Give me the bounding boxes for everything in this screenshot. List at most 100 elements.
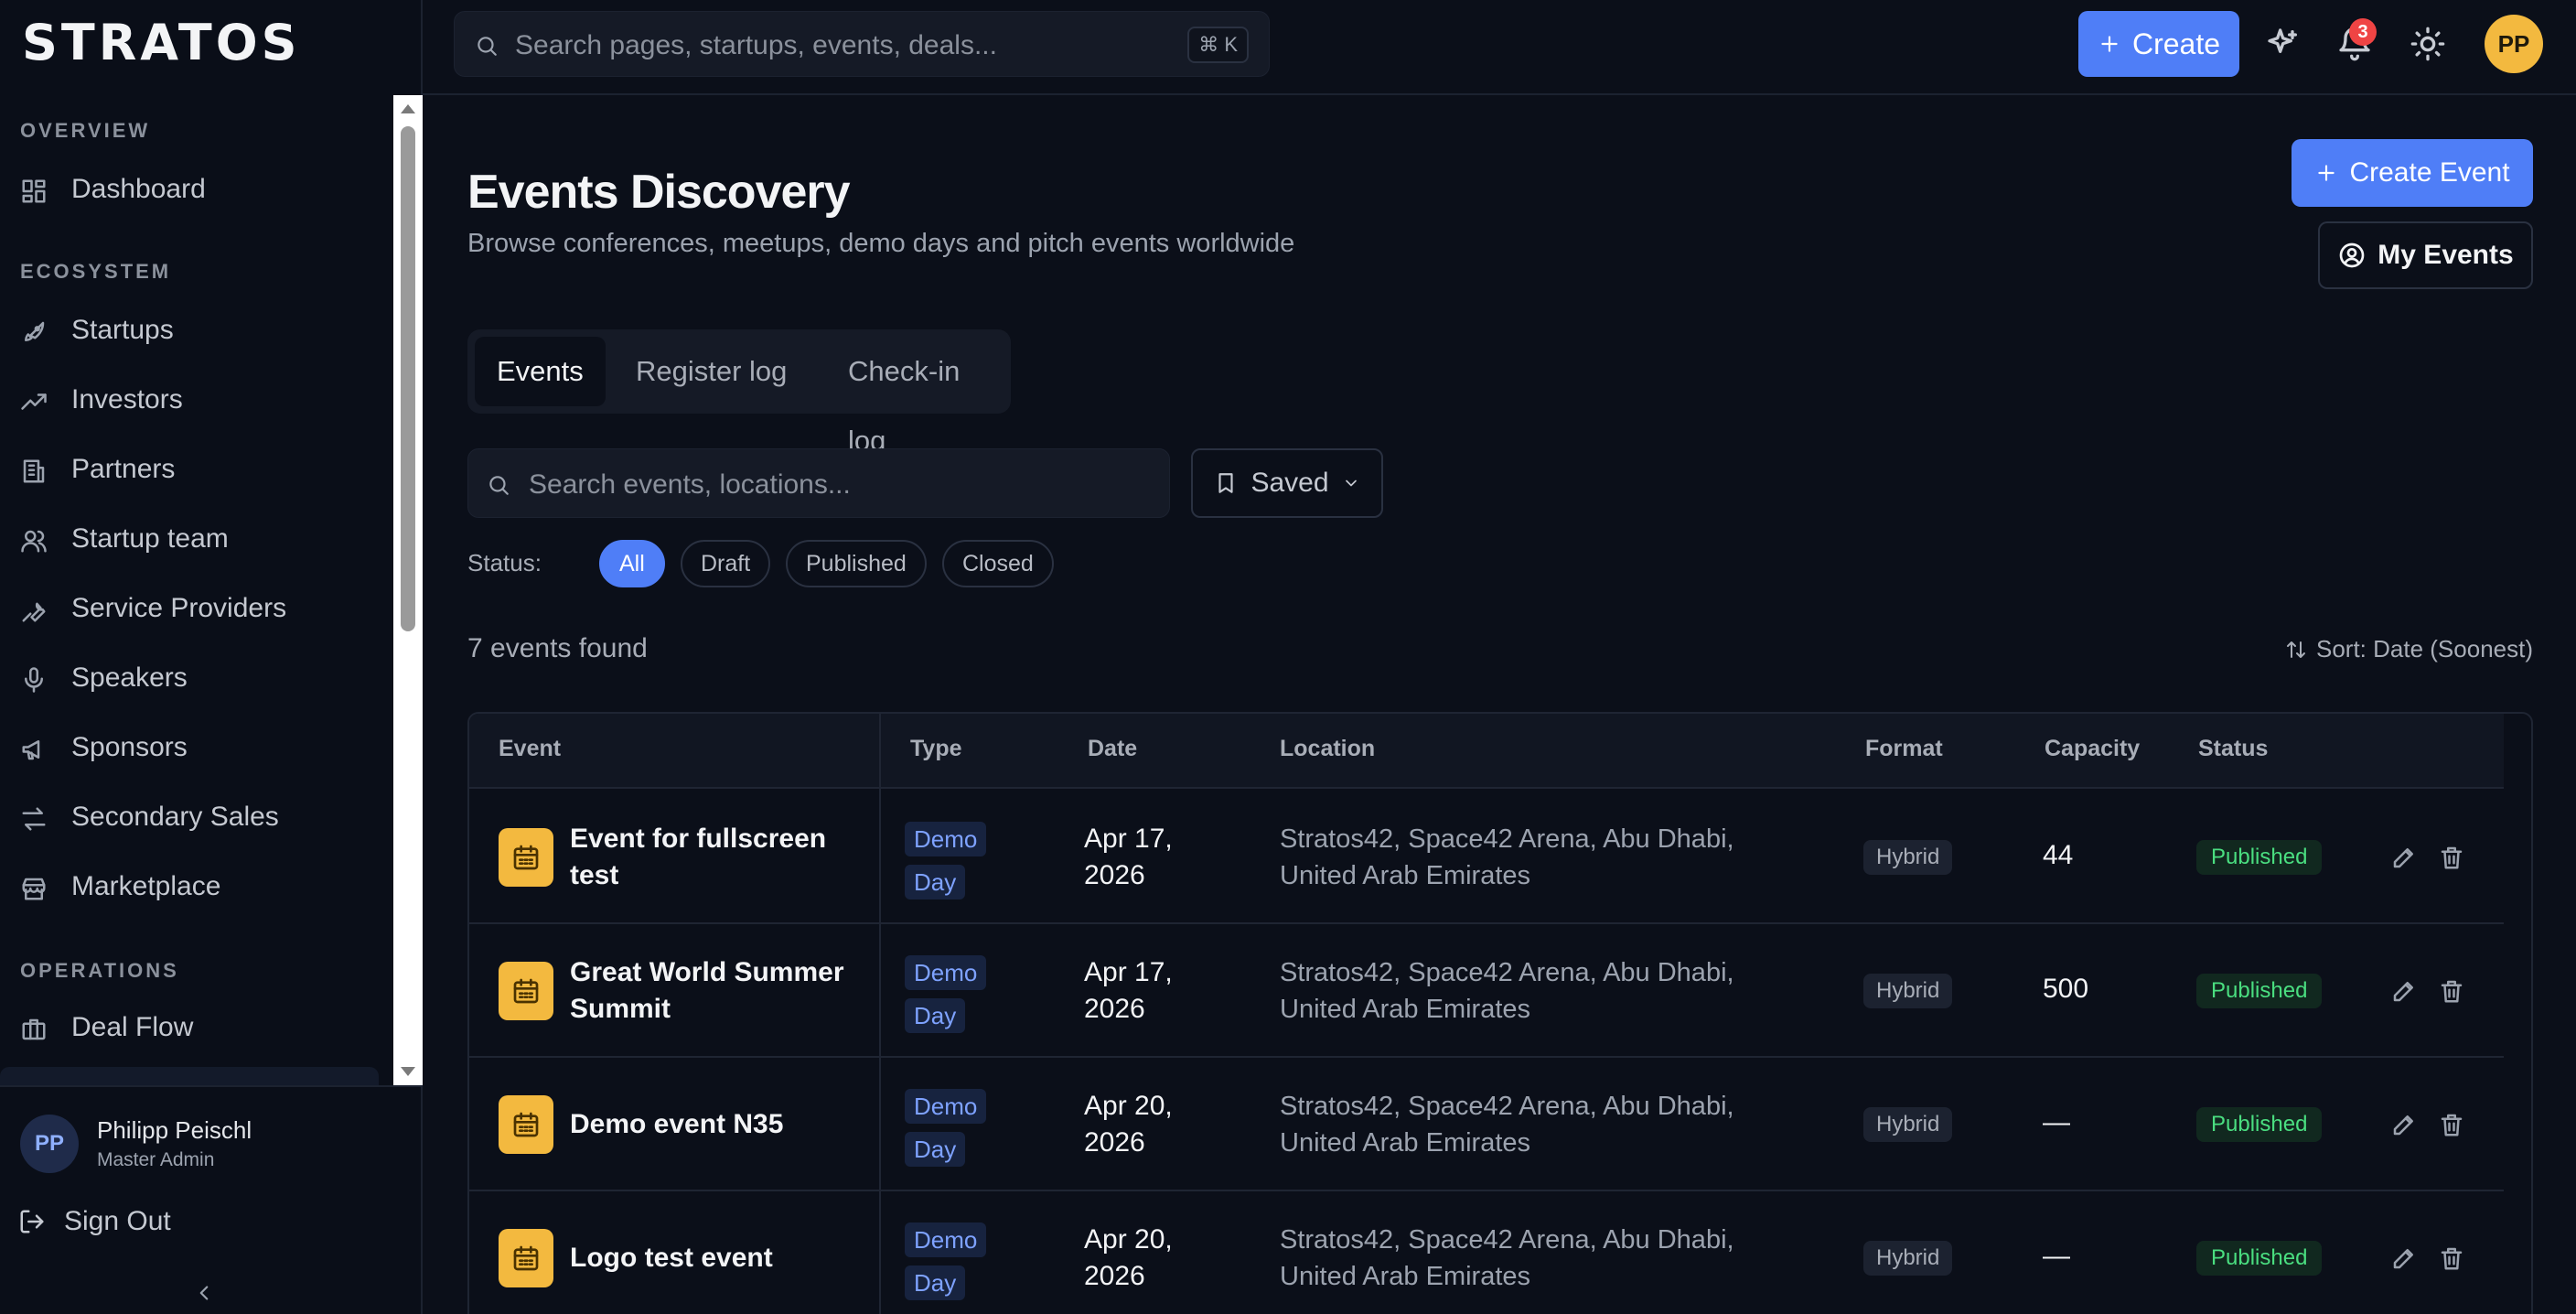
sparkles-icon[interactable] (2265, 26, 2302, 62)
sun-icon[interactable] (2410, 26, 2446, 62)
event-name-line1: Demo event N35 (570, 1109, 784, 1139)
column-header-capacity[interactable]: Capacity (2045, 736, 2140, 762)
chevron-down-icon (1345, 479, 1357, 487)
calendar-icon (499, 962, 553, 1020)
column-header-date[interactable]: Date (1088, 736, 1137, 762)
arrows-swap-icon (20, 805, 48, 833)
tab-events[interactable]: Events (475, 337, 606, 406)
event-search-input[interactable]: Search events, locations... (467, 448, 1170, 518)
event-type-line1: Demo (905, 822, 987, 856)
event-name[interactable]: Event for fullscreen test (570, 821, 863, 894)
event-name[interactable]: Great World Summer Summit (570, 954, 863, 1028)
scroll-up-arrow-icon[interactable] (401, 104, 415, 113)
user-avatar-top[interactable]: PP (2485, 15, 2543, 73)
edit-icon[interactable] (2390, 844, 2418, 871)
table-row[interactable]: Great World Summer Summit Demo Day Apr 17,… (469, 924, 2504, 1058)
event-type-badge: Demo Day (905, 1085, 987, 1171)
search-icon (487, 473, 510, 497)
trash-icon[interactable] (2438, 844, 2465, 871)
sidebar-item-service-providers[interactable]: Service Providers (0, 576, 395, 641)
event-date: Apr 20, 2026 (1084, 1088, 1230, 1161)
status-filter-all[interactable]: All (599, 540, 665, 587)
table-row[interactable]: Logo test event Demo Day Apr 20, 2026 Stra… (469, 1191, 2504, 1314)
logout-icon (20, 1210, 44, 1233)
create-event-button[interactable]: Create Event (2292, 139, 2533, 207)
sidebar-item-deal-flow[interactable]: Deal Flow (0, 996, 395, 1060)
table-row[interactable]: Demo event N35 Demo Day Apr 20, 2026 Strat… (469, 1058, 2504, 1191)
status-badge: Published (2196, 974, 2323, 1008)
collapse-sidebar-icon[interactable] (192, 1281, 216, 1305)
event-name[interactable]: Demo event N35 (570, 1106, 863, 1143)
sidebar-item-label: Dashboard (71, 174, 206, 204)
trash-icon[interactable] (2438, 977, 2465, 1005)
sidebar-item-label: Deal Flow (71, 1012, 194, 1042)
sign-out-button[interactable]: Sign Out (18, 1206, 171, 1237)
event-name[interactable]: Logo test event (570, 1240, 863, 1276)
edit-icon[interactable] (2390, 977, 2418, 1005)
column-header-event[interactable]: Event (499, 736, 561, 762)
users-icon (20, 527, 48, 555)
status-filter-label: Status: (467, 549, 542, 576)
scroll-down-arrow-icon[interactable] (401, 1067, 415, 1076)
sign-out-label: Sign Out (64, 1206, 171, 1236)
edit-icon[interactable] (2390, 1244, 2418, 1272)
sidebar-item-startups[interactable]: Startups (0, 298, 395, 362)
user-name: Philipp Peischl (97, 1116, 252, 1144)
status-filter-published[interactable]: Published (786, 540, 927, 587)
sidebar-scroll-thumb[interactable] (401, 126, 415, 631)
sidebar-item-dashboard[interactable]: Dashboard (0, 157, 395, 221)
sidebar-item-partial[interactable] (0, 1067, 379, 1085)
status-filter-closed[interactable]: Closed (942, 540, 1054, 587)
edit-icon[interactable] (2390, 1111, 2418, 1138)
main-content: Events Discovery Browse conferences, mee… (424, 95, 2576, 1314)
event-location: Stratos42, Space42 Arena, Abu Dhabi, Unit… (1280, 821, 1792, 894)
saved-filters-dropdown[interactable]: Saved (1191, 448, 1383, 518)
tab-check-in-log[interactable]: Check-in log (826, 337, 1011, 457)
event-location-line1: Stratos42, Space42 Arena, Abu Dhabi, (1280, 1092, 1734, 1121)
event-date-line1: Apr 17, (1084, 824, 1173, 854)
my-events-button[interactable]: My Events (2318, 221, 2533, 289)
sort-label: Sort: Date (Soonest) (2316, 635, 2533, 662)
sidebar-item-investors[interactable]: Investors (0, 368, 395, 432)
event-name-line1: Event for fullscreen (570, 824, 827, 854)
stratos-logo[interactable]: STRATOS (22, 18, 301, 68)
event-date-line1: Apr 20, (1084, 1224, 1173, 1255)
sidebar-item-sponsors[interactable]: Sponsors (0, 716, 395, 780)
column-header-status[interactable]: Status (2198, 736, 2268, 762)
sidebar-item-secondary-sales[interactable]: Secondary Sales (0, 785, 395, 849)
create-event-label: Create Event (2349, 157, 2510, 188)
trash-icon[interactable] (2438, 1111, 2465, 1138)
event-type-line1: Demo (905, 955, 987, 990)
sidebar-item-partners[interactable]: Partners (0, 437, 395, 501)
create-button[interactable]: Create (2078, 11, 2239, 77)
event-location-line2: United Arab Emirates (1280, 1128, 1531, 1158)
calendar-icon (499, 1229, 553, 1287)
trash-icon[interactable] (2438, 1244, 2465, 1272)
avatar[interactable]: PP (20, 1115, 79, 1173)
create-button-label: Create (2131, 27, 2221, 60)
event-type-badge: Demo Day (905, 818, 987, 904)
table-row[interactable]: Event for fullscreen test Demo Day Apr 17,… (469, 791, 2504, 924)
column-header-type[interactable]: Type (910, 736, 962, 762)
sort-control[interactable]: Sort: Date (Soonest) (2285, 635, 2533, 663)
section-operations: OPERATIONS (20, 959, 179, 982)
building-icon (20, 458, 48, 485)
status-filter-draft[interactable]: Draft (681, 540, 771, 587)
sidebar-item-marketplace[interactable]: Marketplace (0, 855, 395, 919)
sidebar-scrollbar[interactable] (393, 95, 423, 1085)
event-date-line1: Apr 17, (1084, 957, 1173, 987)
event-name-line2: Summit (570, 994, 671, 1024)
event-location: Stratos42, Space42 Arena, Abu Dhabi, Unit… (1280, 954, 1792, 1028)
tab-register-log[interactable]: Register log (614, 337, 809, 406)
column-header-location[interactable]: Location (1280, 736, 1375, 762)
status-badge: Published (2196, 1107, 2323, 1142)
sidebar-item-speakers[interactable]: Speakers (0, 646, 395, 710)
event-date-line2: 2026 (1084, 994, 1145, 1024)
global-search-placeholder: Search pages, startups, events, deals... (515, 30, 997, 60)
global-search-input[interactable]: Search pages, startups, events, deals...… (454, 11, 1270, 77)
column-header-format[interactable]: Format (1865, 736, 1943, 762)
wrench-icon (20, 597, 48, 624)
section-overview: OVERVIEW (20, 119, 151, 142)
sidebar-item-startup-team[interactable]: Startup team (0, 507, 395, 571)
event-location-line2: United Arab Emirates (1280, 1262, 1531, 1291)
